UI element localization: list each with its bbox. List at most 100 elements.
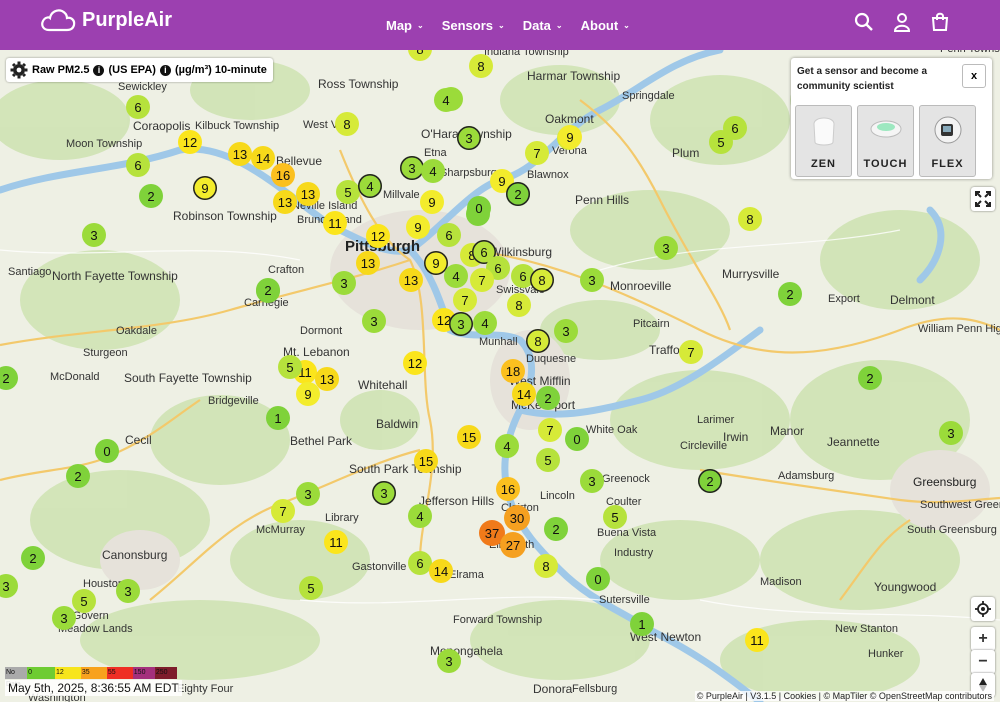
sensor-marker[interactable]: 12 [403,351,427,375]
sensor-marker[interactable]: 27 [500,532,526,558]
sensor-marker[interactable]: 9 [193,176,217,200]
nav-data[interactable]: Data ⌄ [523,18,563,33]
sensor-marker[interactable]: 3 [449,312,473,336]
sensor-marker[interactable]: 0 [586,567,610,591]
sensor-marker[interactable]: 14 [429,559,453,583]
sensor-marker[interactable]: 4 [495,434,519,458]
sensor-marker[interactable]: 3 [580,268,604,292]
sensor-marker[interactable]: 3 [654,236,678,260]
sensor-marker[interactable]: 14 [251,146,275,170]
sensor-marker[interactable]: 7 [679,340,703,364]
nav-map[interactable]: Map ⌄ [386,18,424,33]
product-flex[interactable]: FLEX [919,105,976,177]
sensor-marker[interactable]: 4 [358,174,382,198]
nav-sensors[interactable]: Sensors ⌄ [442,18,505,33]
sensor-marker[interactable]: 3 [580,469,604,493]
search-icon[interactable] [854,12,874,32]
sensor-marker[interactable]: 3 [116,579,140,603]
sensor-marker[interactable]: 8 [738,207,762,231]
sensor-marker[interactable]: 2 [21,546,45,570]
sensor-marker[interactable]: 7 [470,268,494,292]
sensor-marker[interactable]: 2 [544,517,568,541]
sensor-marker[interactable]: 3 [939,421,963,445]
sensor-marker[interactable]: 8 [469,54,493,78]
sensor-marker[interactable]: 2 [506,182,530,206]
sensor-marker[interactable]: 30 [504,505,530,531]
sensor-marker[interactable]: 5 [603,505,627,529]
close-button[interactable]: x [962,64,986,88]
sensor-marker[interactable]: 15 [457,425,481,449]
units-label[interactable]: (µg/m³) 10-minute [175,64,267,76]
sensor-marker[interactable]: 13 [296,182,320,206]
sensor-marker[interactable]: 9 [406,215,430,239]
sensor-marker[interactable]: 3 [362,309,386,333]
standard-label[interactable]: (US EPA) [108,64,155,76]
sensor-marker[interactable]: 2 [256,278,280,302]
sensor-marker[interactable]: 1 [266,406,290,430]
sensor-marker[interactable]: 14 [512,382,536,406]
sensor-marker[interactable]: 9 [296,382,320,406]
sensor-marker[interactable]: 8 [335,112,359,136]
sensor-marker[interactable]: 3 [332,271,356,295]
sensor-marker[interactable]: 2 [139,184,163,208]
sensor-marker[interactable]: 6 [437,223,461,247]
nav-about[interactable]: About ⌄ [581,18,630,33]
sensor-marker[interactable]: 7 [538,418,562,442]
sensor-marker[interactable]: 4 [473,311,497,335]
sensor-marker[interactable]: 16 [271,163,295,187]
sensor-marker[interactable]: 4 [434,88,458,112]
product-zen[interactable]: ZEN [795,105,852,177]
sensor-marker[interactable]: 2 [698,469,722,493]
logo[interactable]: PurpleAir [40,8,172,32]
sensor-marker[interactable]: 3 [296,482,320,506]
info-icon[interactable]: i [159,64,171,76]
sensor-marker[interactable]: 0 [467,196,491,220]
sensor-marker[interactable]: 18 [501,359,525,383]
sensor-marker[interactable]: 3 [372,481,396,505]
sensor-marker[interactable]: 7 [525,141,549,165]
sensor-marker[interactable]: 2 [858,366,882,390]
sensor-marker[interactable]: 3 [52,606,76,630]
sensor-marker[interactable]: 3 [457,126,481,150]
sensor-marker[interactable]: 5 [299,576,323,600]
sensor-marker[interactable]: 8 [534,554,558,578]
sensor-marker[interactable]: 13 [356,251,380,275]
sensor-marker[interactable]: 4 [444,264,468,288]
sensor-marker[interactable]: 12 [178,130,202,154]
sensor-marker[interactable]: 8 [507,293,531,317]
sensor-marker[interactable]: 3 [82,223,106,247]
sensor-marker[interactable]: 5 [336,180,360,204]
sensor-marker[interactable]: 11 [745,628,769,652]
fullscreen-button[interactable] [971,187,995,211]
sensor-marker[interactable]: 2 [778,282,802,306]
sensor-marker[interactable]: 0 [95,439,119,463]
gear-icon[interactable] [10,61,28,79]
sensor-marker[interactable]: 5 [709,130,733,154]
product-touch[interactable]: TOUCH [857,105,914,177]
sensor-marker[interactable]: 13 [228,142,252,166]
sensor-marker[interactable]: 13 [273,190,297,214]
user-icon[interactable] [892,12,912,32]
sensor-marker[interactable]: 7 [453,288,477,312]
sensor-marker[interactable]: 16 [496,477,520,501]
sensor-marker[interactable]: 11 [324,530,348,554]
sensor-marker[interactable]: 2 [66,464,90,488]
sensor-marker[interactable]: 9 [420,190,444,214]
sensor-marker[interactable]: 5 [72,589,96,613]
sensor-marker[interactable]: 5 [278,355,302,379]
sensor-marker[interactable]: 4 [408,504,432,528]
sensor-marker[interactable]: 6 [126,95,150,119]
sensor-marker[interactable]: 6 [126,153,150,177]
zoom-out-button[interactable]: − [971,650,995,674]
sensor-marker[interactable]: 8 [530,268,554,292]
sensor-marker[interactable]: 13 [399,268,423,292]
zoom-in-button[interactable]: + [971,627,995,651]
sensor-marker[interactable]: 3 [554,319,578,343]
sensor-marker[interactable]: 11 [323,211,347,235]
cart-icon[interactable] [930,12,950,32]
sensor-marker[interactable]: 7 [271,499,295,523]
sensor-marker[interactable]: 0 [565,427,589,451]
sensor-marker[interactable]: 9 [558,125,582,149]
sensor-marker[interactable]: 3 [437,649,461,673]
sensor-marker[interactable]: 1 [630,612,654,636]
